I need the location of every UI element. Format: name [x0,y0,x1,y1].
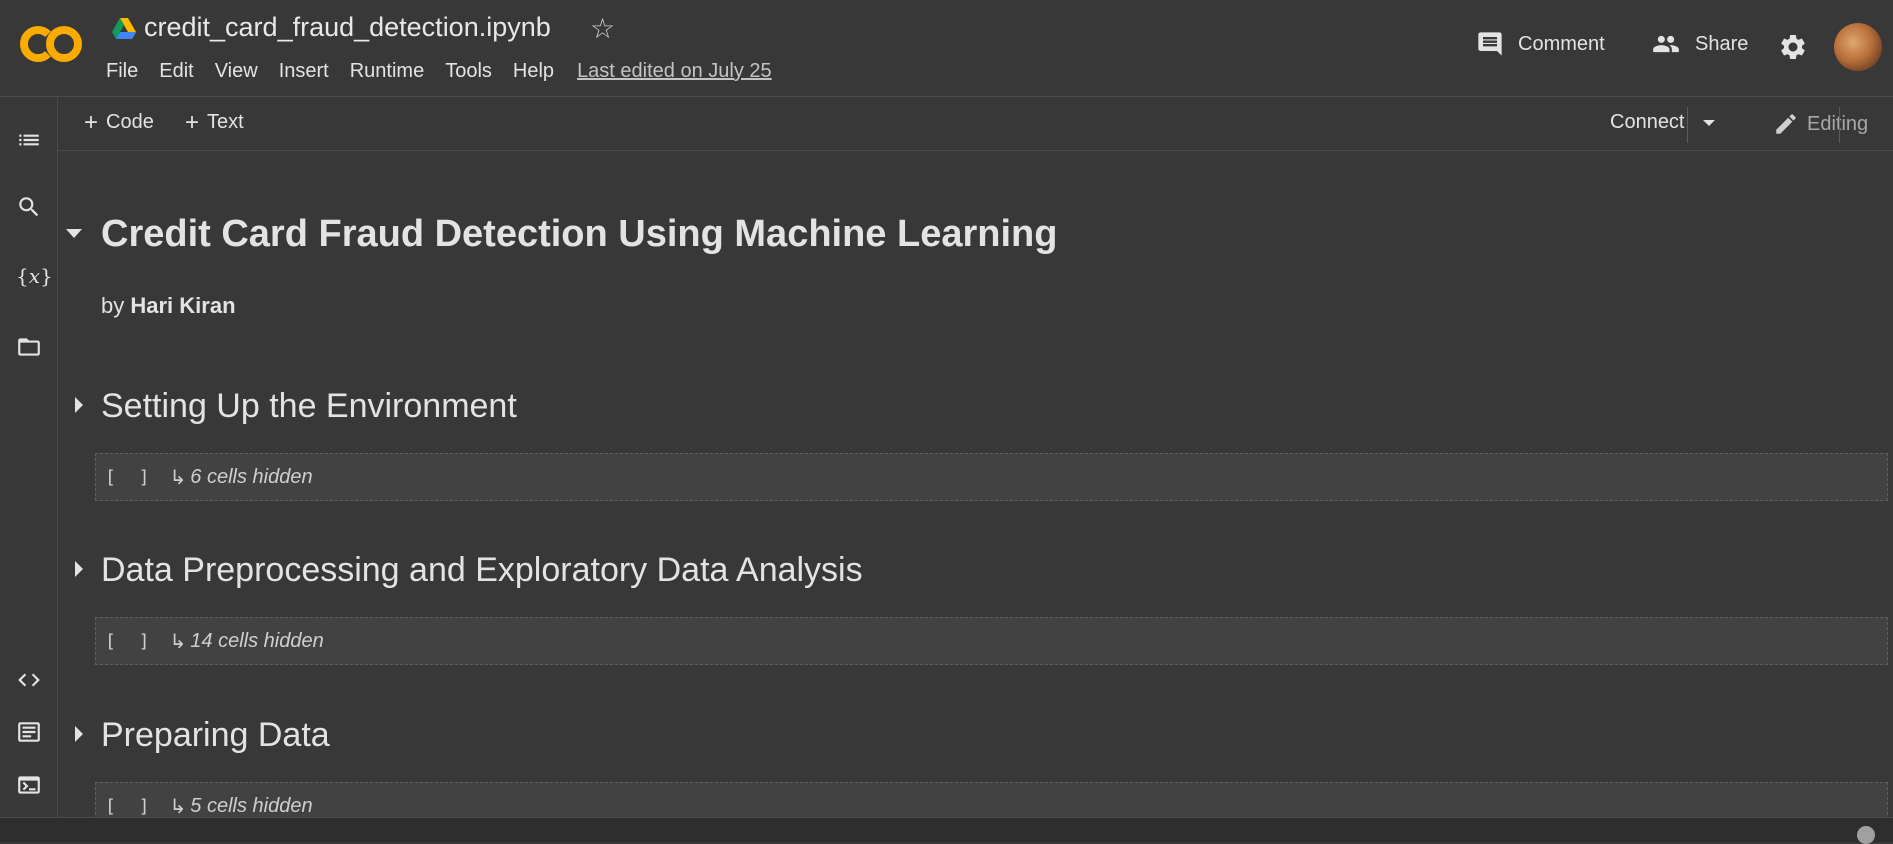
notebook-heading: Credit Card Fraud Detection Using Machin… [101,213,1058,255]
app-header: credit_card_fraud_detection.ipynb ☆ File… [0,0,1893,97]
cell-brackets: [ ] [105,795,156,817]
left-sidebar: {x} [0,97,58,817]
gear-icon[interactable] [1778,32,1808,62]
section-heading: Preparing Data [101,716,330,754]
collapse-section-icon[interactable] [66,229,82,238]
google-drive-icon[interactable] [112,18,136,40]
menu-insert[interactable]: Insert [279,60,329,83]
author-name: Hari Kiran [130,293,236,318]
status-bar [0,817,1893,844]
menu-runtime[interactable]: Runtime [350,60,424,83]
cell-brackets: [ ] [105,466,156,488]
user-avatar[interactable] [1834,23,1882,71]
hidden-cells-placeholder[interactable]: [ ] ↳ 5 cells hidden [95,782,1888,817]
terminal-icon[interactable] [16,772,42,798]
cell-brackets: [ ] [105,630,156,652]
hidden-cells-placeholder[interactable]: [ ] ↳ 6 cells hidden [95,453,1888,501]
menu-file[interactable]: File [106,60,138,83]
arrow-icon: ↳ [169,466,187,489]
notebook-content: Credit Card Fraud Detection Using Machin… [58,151,1893,817]
comment-label: Comment [1518,32,1605,55]
arrow-icon: ↳ [169,630,187,653]
share-label: Share [1695,32,1749,55]
byline-prefix: by [101,293,125,318]
menu-tools[interactable]: Tools [445,60,492,83]
connect-button[interactable]: Connect [1610,111,1715,134]
command-palette-icon[interactable] [16,719,42,745]
add-code-label: Code [106,111,154,133]
add-code-button[interactable]: + Code [84,108,154,136]
section-heading: Setting Up the Environment [101,387,517,425]
expand-section-icon[interactable] [75,726,83,742]
colab-logo[interactable] [18,22,84,66]
status-indicator-icon[interactable] [1857,826,1875,844]
share-button[interactable]: Share [1651,30,1748,58]
variables-icon[interactable]: {x} [16,263,53,289]
comment-button[interactable]: Comment [1476,30,1605,58]
toolbar-divider [1687,107,1688,143]
folder-icon[interactable] [16,334,42,360]
code-snippets-icon[interactable] [16,667,42,693]
pencil-icon [1776,114,1796,134]
add-text-label: Text [207,111,244,133]
expand-section-icon[interactable] [75,397,83,413]
expand-section-icon[interactable] [75,561,83,577]
search-icon[interactable] [16,194,42,220]
editing-mode-button[interactable]: Editing [1773,111,1868,137]
toolbar-divider [1839,107,1840,143]
plus-icon: + [185,108,200,136]
plus-icon: + [84,108,99,136]
editing-label: Editing [1807,112,1869,135]
hidden-cells-label: 6 cells hidden [190,465,313,488]
menu-bar: File Edit View Insert Runtime Tools Help… [106,60,793,83]
section-heading: Data Preprocessing and Exploratory Data … [101,551,863,589]
chevron-down-icon[interactable] [1702,119,1715,126]
author-byline: by Hari Kiran [101,293,236,319]
people-icon [1653,35,1679,53]
menu-edit[interactable]: Edit [159,60,193,83]
connect-label: Connect [1610,111,1685,133]
notebook-title[interactable]: credit_card_fraud_detection.ipynb [144,12,551,43]
comment-icon [1478,32,1502,56]
notebook-toolbar: + Code + Text Connect Editing [58,97,1893,151]
menu-help[interactable]: Help [513,60,554,83]
menu-view[interactable]: View [215,60,258,83]
arrow-icon: ↳ [169,795,187,818]
star-icon[interactable]: ☆ [590,12,615,45]
table-of-contents-icon[interactable] [16,127,42,153]
hidden-cells-placeholder[interactable]: [ ] ↳ 14 cells hidden [95,617,1888,665]
hidden-cells-label: 5 cells hidden [190,794,313,817]
add-text-button[interactable]: + Text [185,108,244,136]
last-edited-link[interactable]: Last edited on July 25 [577,60,772,83]
hidden-cells-label: 14 cells hidden [190,629,324,652]
